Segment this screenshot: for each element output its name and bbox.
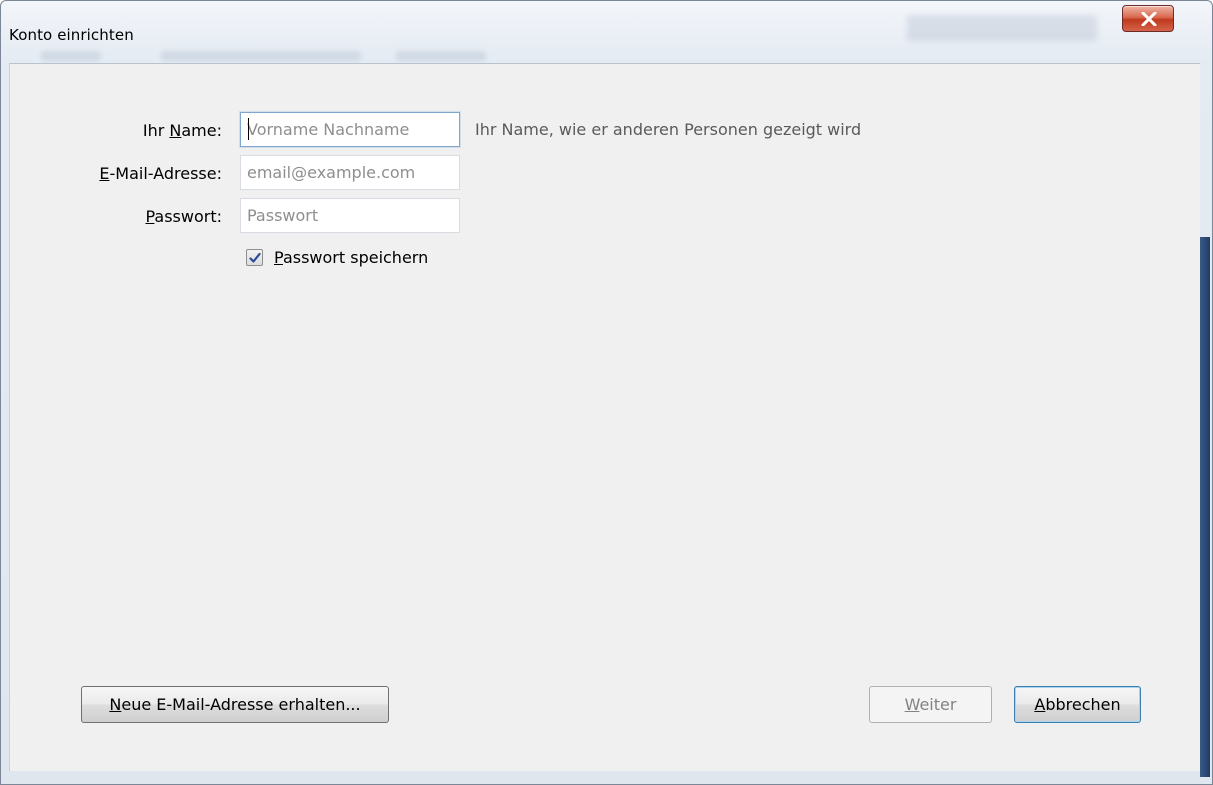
checkmark-icon xyxy=(249,252,261,263)
get-new-email-button[interactable]: Neue E-Mail-Adresse erhalten... xyxy=(81,686,389,723)
window-title: Konto einrichten xyxy=(9,26,134,44)
text-caret xyxy=(248,118,249,140)
background-ghost xyxy=(161,51,361,61)
password-input[interactable] xyxy=(240,198,460,233)
name-input[interactable] xyxy=(240,112,460,147)
name-hint: Ihr Name, wie er anderen Personen gezeig… xyxy=(475,120,862,139)
email-input[interactable] xyxy=(240,155,460,190)
background-ghost xyxy=(396,51,486,61)
save-password-label: Passwort speichern xyxy=(274,248,429,267)
password-label: Passwort: xyxy=(145,207,222,226)
close-x-icon xyxy=(1141,12,1157,26)
cancel-button[interactable]: Abbrechen xyxy=(1014,686,1141,723)
background-ghost xyxy=(907,15,1097,41)
window-edge-accent xyxy=(1200,237,1210,777)
background-ghost xyxy=(41,51,101,61)
close-button[interactable] xyxy=(1122,5,1174,32)
title-bar: Konto einrichten xyxy=(1,1,1212,49)
save-password-checkbox[interactable] xyxy=(246,249,263,266)
account-setup-window: Konto einrichten Ihr Name: Ihr Name, wie… xyxy=(0,0,1213,785)
next-button[interactable]: Weiter xyxy=(869,686,992,723)
email-label: E-Mail-Adresse: xyxy=(99,164,222,183)
name-label: Ihr Name: xyxy=(142,121,222,140)
